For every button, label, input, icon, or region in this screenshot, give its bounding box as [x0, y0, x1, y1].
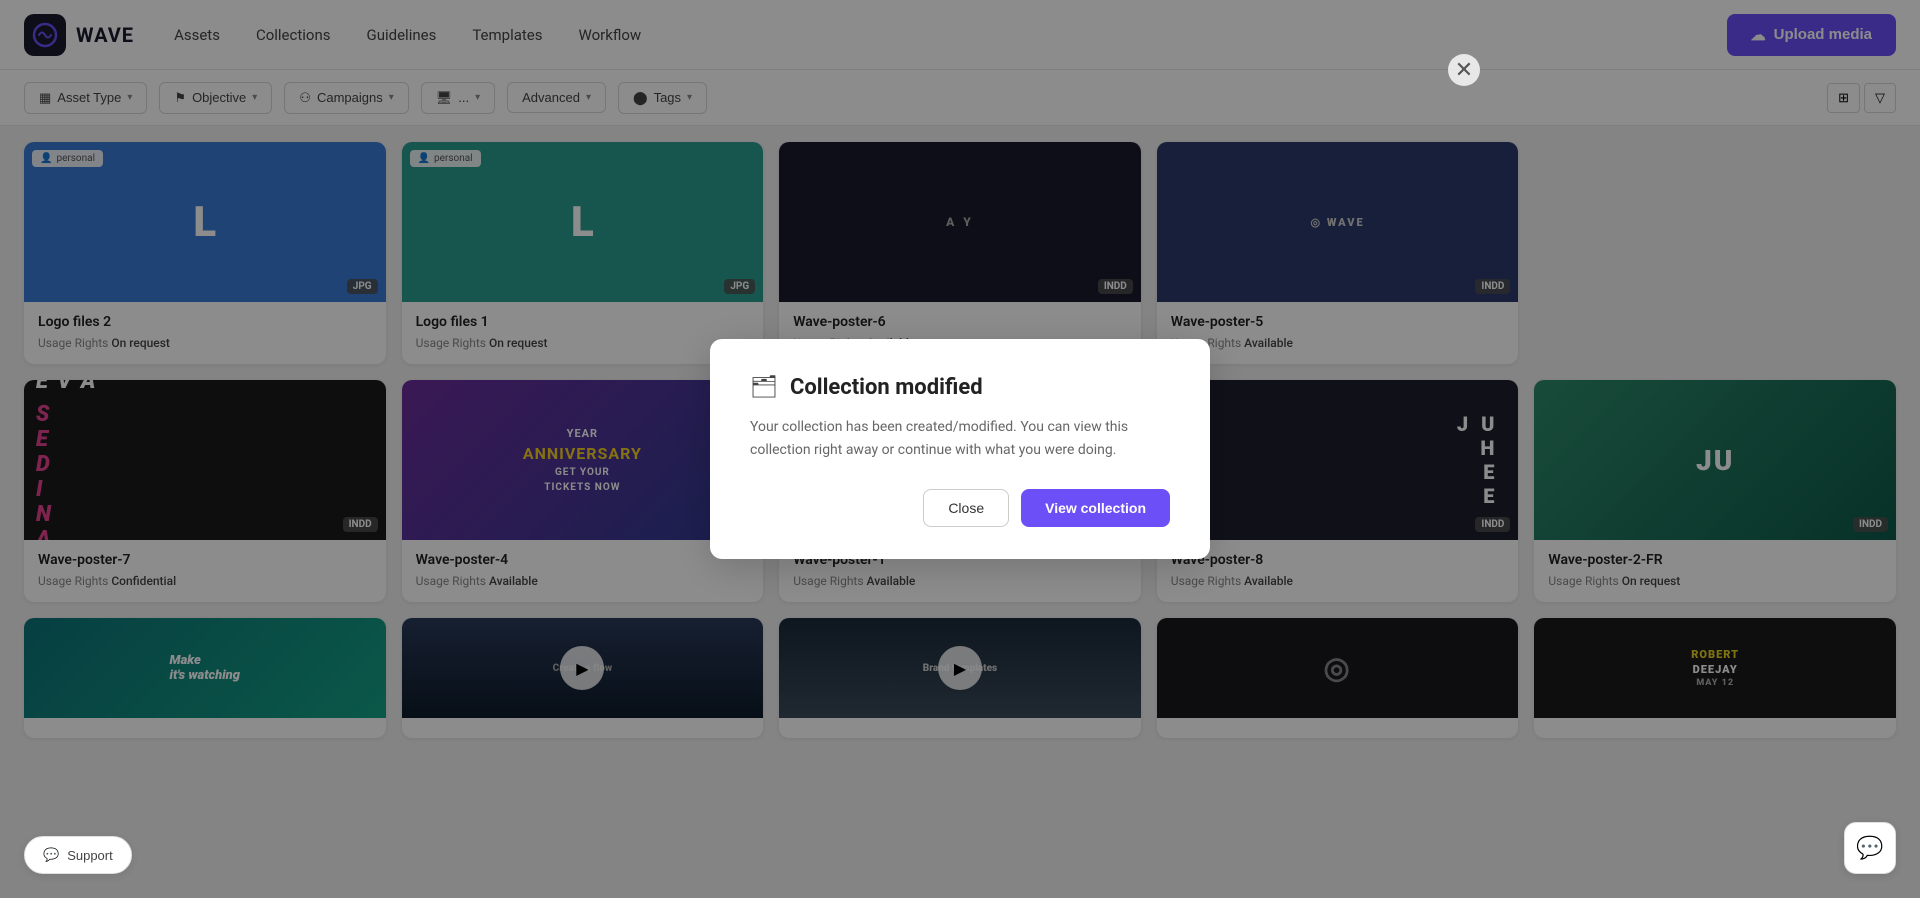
modal-close-button[interactable]: Close: [923, 489, 1009, 527]
support-icon: 💬: [43, 847, 59, 863]
modal-title: Collection modified: [790, 375, 983, 400]
modal-collection-icon: 🗂: [750, 375, 778, 400]
modal-body: Your collection has been created/modifie…: [750, 416, 1170, 461]
modal-dialog: 🗂 Collection modified Your collection ha…: [710, 339, 1210, 559]
chat-button[interactable]: 💬: [1844, 822, 1896, 874]
chat-icon: 💬: [1856, 836, 1883, 861]
support-button[interactable]: 💬 Support: [24, 836, 132, 874]
modal-actions: Close View collection: [750, 489, 1170, 527]
overlay-close-button[interactable]: ✕: [1448, 54, 1480, 86]
modal-title-row: 🗂 Collection modified: [750, 375, 1170, 400]
modal-view-collection-button[interactable]: View collection: [1021, 489, 1170, 527]
support-label: Support: [67, 848, 113, 863]
modal-overlay: ✕ 🗂 Collection modified Your collection …: [0, 0, 1920, 898]
